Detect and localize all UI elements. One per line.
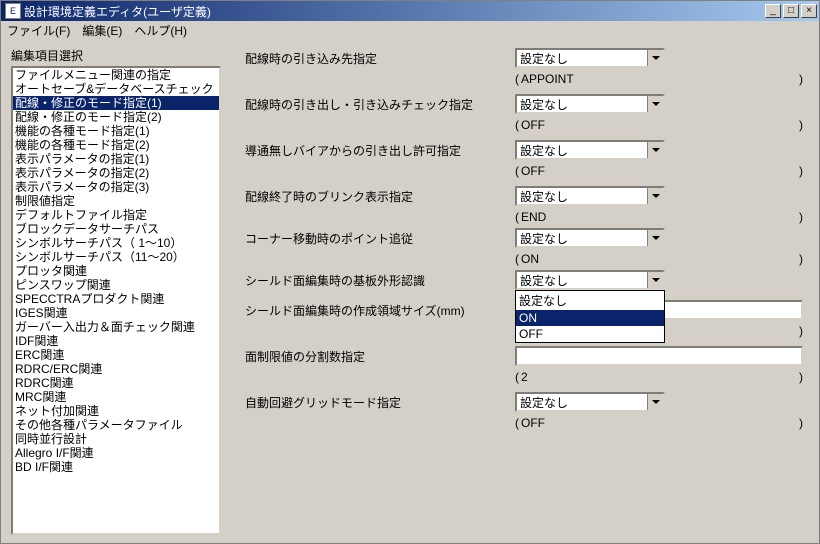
list-item[interactable]: RDRC/ERC関連 [13,362,219,376]
label-r2: 配線時の引き出し・引き込みチェック指定 [245,96,515,113]
list-item[interactable]: ERC関連 [13,348,219,362]
list-item[interactable]: ファイルメニュー関連の指定 [13,68,219,82]
list-item[interactable]: SPECCTRAプロダクト関連 [13,292,219,306]
close-button[interactable]: × [801,4,817,18]
list-item[interactable]: シンボルサーチパス（11～20） [13,250,219,264]
list-item[interactable]: IDF関連 [13,334,219,348]
maximize-button[interactable]: □ [783,4,799,18]
list-item[interactable]: 表示パラメータの指定(1) [13,152,219,166]
chevron-down-icon[interactable] [647,394,663,410]
menu-file[interactable]: ファイル(F) [7,22,70,39]
dropdown-option[interactable]: 設定なし [516,291,664,310]
list-item[interactable]: デフォルトファイル指定 [13,208,219,222]
label-r1: 配線時の引き込み先指定 [245,50,515,67]
chevron-down-icon[interactable] [647,50,663,66]
list-item[interactable]: ブロックデータサーチパス [13,222,219,236]
label-r5: コーナー移動時のポイント追従 [245,230,515,247]
chevron-down-icon[interactable] [647,96,663,112]
status-r2: OFF [519,118,799,132]
label-r3: 導通無しバイアからの引き出し許可指定 [245,142,515,159]
list-item[interactable]: Allegro I/F関連 [13,446,219,460]
status-r5: ON [519,252,799,266]
list-item[interactable]: その他各種パラメータファイル [13,418,219,432]
category-listbox[interactable]: ファイルメニュー関連の指定オートセーブ&データベースチェック配線・修正のモード指… [11,66,221,535]
list-item[interactable]: ガーバー入出力＆面チェック関連 [13,320,219,334]
list-item[interactable]: ピンスワップ関連 [13,278,219,292]
minimize-button[interactable]: _ [765,4,781,18]
list-item[interactable]: 配線・修正のモード指定(1) [13,96,219,110]
list-item[interactable]: 表示パラメータの指定(3) [13,180,219,194]
dropdown-option[interactable]: OFF [516,326,664,342]
menubar: ファイル(F) 編集(E) ヘルプ(H) [1,21,819,39]
titlebar: E 設計環境定義エディタ(ユーザ定義) _ □ × [1,1,819,21]
list-label: 編集項目選択 [11,47,221,64]
combo-r2[interactable]: 設定なし [515,94,665,114]
list-item[interactable]: RDRC関連 [13,376,219,390]
list-item[interactable]: 配線・修正のモード指定(2) [13,110,219,124]
list-item[interactable]: BD I/F関連 [13,460,219,474]
list-item[interactable]: オートセーブ&データベースチェック [13,82,219,96]
list-item[interactable]: 機能の各種モード指定(2) [13,138,219,152]
label-r6: シールド面編集時の基板外形認識 [245,272,515,289]
label-r4: 配線終了時のブリンク表示指定 [245,188,515,205]
chevron-down-icon[interactable] [647,188,663,204]
status-r8: 2 [519,370,799,384]
input-r8[interactable] [515,346,803,366]
chevron-down-icon[interactable] [647,272,663,288]
list-item[interactable]: ネット付加関連 [13,404,219,418]
list-item[interactable]: シンボルサーチパス（ 1～10） [13,236,219,250]
status-r1: APPOINT [519,72,799,86]
dropdown-option[interactable]: ON [516,310,664,326]
combo-r3[interactable]: 設定なし [515,140,665,160]
status-r4: END [519,210,799,224]
combo-r4[interactable]: 設定なし [515,186,665,206]
menu-help[interactable]: ヘルプ(H) [134,22,187,39]
chevron-down-icon[interactable] [647,230,663,246]
window-title: 設計環境定義エディタ(ユーザ定義) [24,3,765,20]
list-item[interactable]: IGES関連 [13,306,219,320]
list-item[interactable]: 表示パラメータの指定(2) [13,166,219,180]
list-item[interactable]: 機能の各種モード指定(1) [13,124,219,138]
label-r7: シールド面編集時の作成領域サイズ(mm) [245,302,515,319]
list-item[interactable]: 同時並行設計 [13,432,219,446]
chevron-down-icon[interactable] [647,142,663,158]
status-r9: OFF [519,416,799,430]
list-item[interactable]: プロッタ関連 [13,264,219,278]
combo-r9[interactable]: 設定なし [515,392,665,412]
combo-r6[interactable]: 設定なし [515,270,665,290]
list-item[interactable]: MRC関連 [13,390,219,404]
list-item[interactable]: 制限値指定 [13,194,219,208]
label-r8: 面制限値の分割数指定 [245,348,515,365]
dropdown-r6[interactable]: 設定なし ON OFF [515,290,665,343]
combo-r5[interactable]: 設定なし [515,228,665,248]
menu-edit[interactable]: 編集(E) [82,22,122,39]
status-r3: OFF [519,164,799,178]
label-r9: 自動回避グリッドモード指定 [245,394,515,411]
app-icon: E [5,3,21,19]
combo-r1[interactable]: 設定なし [515,48,665,68]
